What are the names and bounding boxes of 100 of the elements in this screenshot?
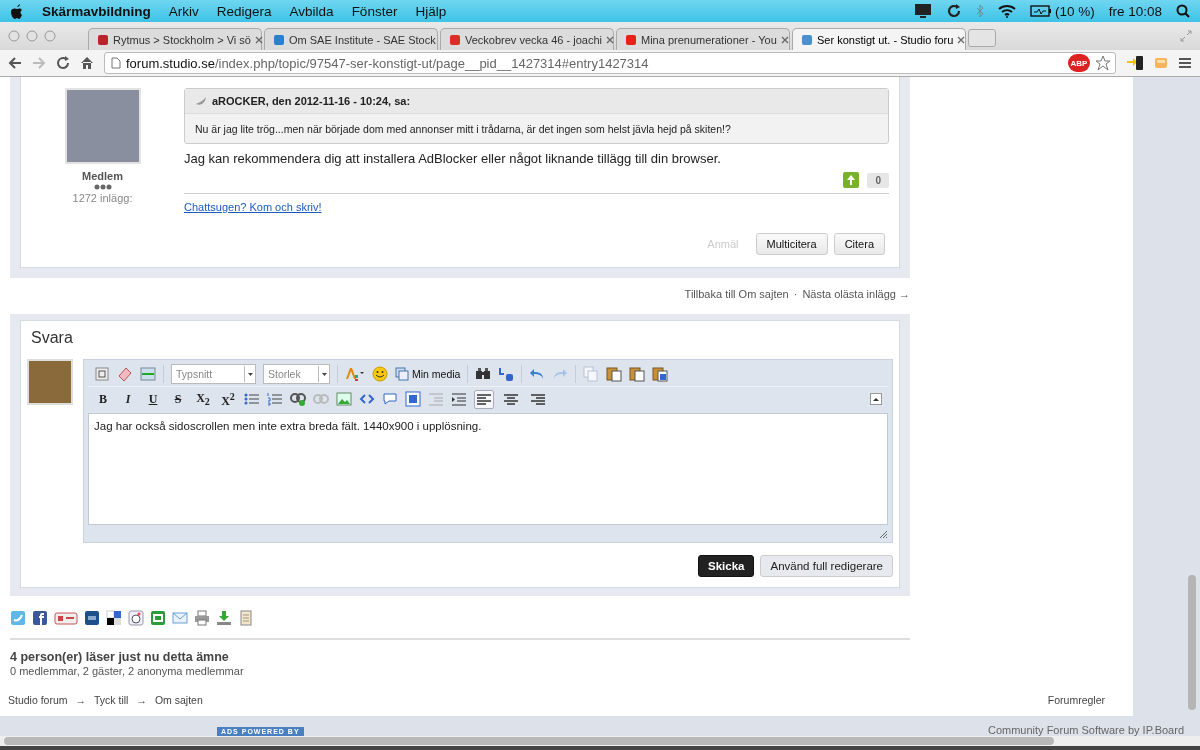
close-icon[interactable] xyxy=(254,35,263,44)
post-action-button[interactable]: Citera xyxy=(833,233,885,255)
share-icon[interactable] xyxy=(128,610,144,626)
bullet-list-icon[interactable] xyxy=(244,391,260,407)
close-icon[interactable] xyxy=(780,35,789,44)
post-text: Jag kan rekommendera dig att installera AdBlocker eller något liknande tillägg till din browser. xyxy=(184,151,722,166)
format-button[interactable]: I xyxy=(119,390,137,408)
media-button[interactable]: Min media xyxy=(395,367,461,381)
horizontal-scrollbar[interactable] xyxy=(4,737,1054,745)
avatar-photo-placeholder xyxy=(27,359,73,405)
star-icon[interactable] xyxy=(1095,55,1111,71)
speech-bubble-icon[interactable] xyxy=(382,391,398,407)
font-color-icon[interactable] xyxy=(345,366,365,382)
menu-item[interactable]: Arkiv xyxy=(168,3,199,19)
reload-icon[interactable] xyxy=(56,56,70,70)
print-icon[interactable] xyxy=(194,610,210,626)
avatar-photo-placeholder[interactable] xyxy=(64,88,141,164)
adblock-badge[interactable]: ABP xyxy=(1068,54,1090,72)
share-icon[interactable] xyxy=(84,610,100,626)
align-icon xyxy=(530,391,546,407)
eraser-icon[interactable] xyxy=(117,366,133,382)
breadcrumb-link[interactable]: Om sajten xyxy=(154,694,203,706)
sync-icon[interactable] xyxy=(945,3,962,19)
media-icon xyxy=(395,367,409,381)
forum-rules-link[interactable]: Forumregler xyxy=(1047,694,1105,706)
monitor-icon[interactable] xyxy=(913,3,932,19)
breadcrumb-arrow: → xyxy=(75,694,87,706)
format-button[interactable]: S xyxy=(169,390,187,408)
breadcrumb-link[interactable]: Tyck till xyxy=(94,694,129,706)
menu-item[interactable]: Fönster xyxy=(351,3,398,19)
next-unread-link[interactable]: Nästa olästa inlägg → xyxy=(802,288,910,300)
viewers-detail: 0 medlemmar, 2 gäster, 2 anonyma medlemmar xyxy=(10,665,245,677)
browser-tab[interactable]: Veckobrev vecka 46 - joachi xyxy=(440,28,614,50)
separator-dot: · xyxy=(793,288,798,300)
format-button[interactable]: X$^{2}$ xyxy=(219,390,237,408)
format-button[interactable]: U xyxy=(144,390,162,408)
vote-up-icon[interactable] xyxy=(843,172,860,188)
fullscreen-icon[interactable] xyxy=(1180,30,1192,42)
quote-author: aROCKER, den 2012-11-16 - 10:24, sa: xyxy=(212,95,411,107)
smiley-icon[interactable] xyxy=(372,366,388,382)
back-icon[interactable] xyxy=(8,57,22,69)
signature-link[interactable]: Chattsugen? Kom och skriv! xyxy=(184,201,322,213)
back-link[interactable]: Tillbaka till Om sajten xyxy=(684,288,789,300)
caret-icon xyxy=(321,372,327,376)
search-icon[interactable] xyxy=(1176,4,1190,18)
align-left-button[interactable] xyxy=(474,389,494,409)
menu-icon[interactable] xyxy=(1178,57,1192,69)
paste-word-icon[interactable] xyxy=(652,366,669,382)
tab-title: Ser konstigt ut. - Studio foru xyxy=(817,33,954,46)
link-icon[interactable] xyxy=(290,391,306,407)
browser-tab[interactable]: Rytmus > Stockholm > Vi sö xyxy=(88,28,262,50)
wifi-icon[interactable] xyxy=(997,4,1016,18)
home-icon[interactable] xyxy=(80,56,94,70)
close-icon[interactable] xyxy=(957,35,966,44)
browser-tab[interactable]: Mina prenumerationer - You xyxy=(616,28,790,50)
format-button[interactable]: B xyxy=(94,390,112,408)
breadcrumb-link[interactable]: Studio forum xyxy=(8,694,68,706)
image-icon[interactable] xyxy=(336,391,352,407)
format-button[interactable]: X$_{2}$ xyxy=(194,390,212,408)
footer-credit: Community Forum Software by IP.Board xyxy=(987,724,1184,736)
phone-arrow-icon[interactable] xyxy=(1126,55,1144,71)
menu-item[interactable]: Redigera xyxy=(216,3,272,19)
indent-icon[interactable] xyxy=(451,391,467,407)
size-select[interactable]: Storlek xyxy=(263,364,330,384)
app-name[interactable]: Skärmavbildning xyxy=(42,3,151,19)
share-icon[interactable] xyxy=(106,610,122,626)
full-editor-button[interactable]: Använd full redigerare xyxy=(760,555,893,577)
reputation-count: 0 xyxy=(867,172,889,188)
download-icon[interactable] xyxy=(216,610,232,626)
submit-button[interactable]: Skicka xyxy=(698,555,755,577)
menu-item[interactable]: Avbilda xyxy=(289,3,334,19)
clock[interactable]: fre 10:08 xyxy=(1108,3,1162,19)
align-icon xyxy=(503,391,519,407)
message-input-field[interactable]: Jag har också sidoscrollen men inte extra breda fält. 1440x900 i upplösning. xyxy=(88,413,888,525)
paste-text-icon[interactable] xyxy=(629,366,646,382)
resize-grip-icon[interactable] xyxy=(878,529,888,539)
paste-icon[interactable] xyxy=(606,366,623,382)
rank-pips-icon xyxy=(93,184,112,190)
reply-heading: Svara xyxy=(31,329,74,347)
address-bar[interactable]: forum.studio.se/index.php/topic/97547-ser-konstigt-ut/page__pid__1427314#entry1427314 ABP xyxy=(104,52,1116,74)
page-icon xyxy=(111,57,121,69)
browser-tab[interactable]: Om SAE Institute - SAE Stock xyxy=(264,28,438,50)
numbered-list-icon[interactable] xyxy=(267,391,283,407)
collapse-icon[interactable] xyxy=(870,393,882,405)
binoculars-icon[interactable] xyxy=(475,366,492,382)
menu-item[interactable]: Hjälp xyxy=(415,3,447,19)
post-count: 1272 inlägg: xyxy=(72,192,133,204)
battery-icon[interactable] xyxy=(1029,5,1052,17)
vertical-scrollbar[interactable] xyxy=(1188,575,1196,710)
breadcrumb-arrow: → xyxy=(136,694,147,706)
font-select[interactable]: Typsnitt xyxy=(171,364,256,384)
url-text: forum.studio.se/index.php/topic/97547-ser-konstigt-ut/page__pid__1427314#entry1427314 xyxy=(126,55,650,71)
email-icon[interactable] xyxy=(172,610,188,626)
apple-icon xyxy=(10,3,24,19)
browser-tab[interactable]: Ser konstigt ut. - Studio foru xyxy=(792,28,966,50)
tab-title: Rytmus > Stockholm > Vi sö xyxy=(113,33,251,46)
share-icon[interactable] xyxy=(32,610,48,626)
close-icon[interactable] xyxy=(605,35,614,44)
caret-icon xyxy=(247,372,253,376)
post-action-button[interactable]: Multicitera xyxy=(755,233,828,255)
